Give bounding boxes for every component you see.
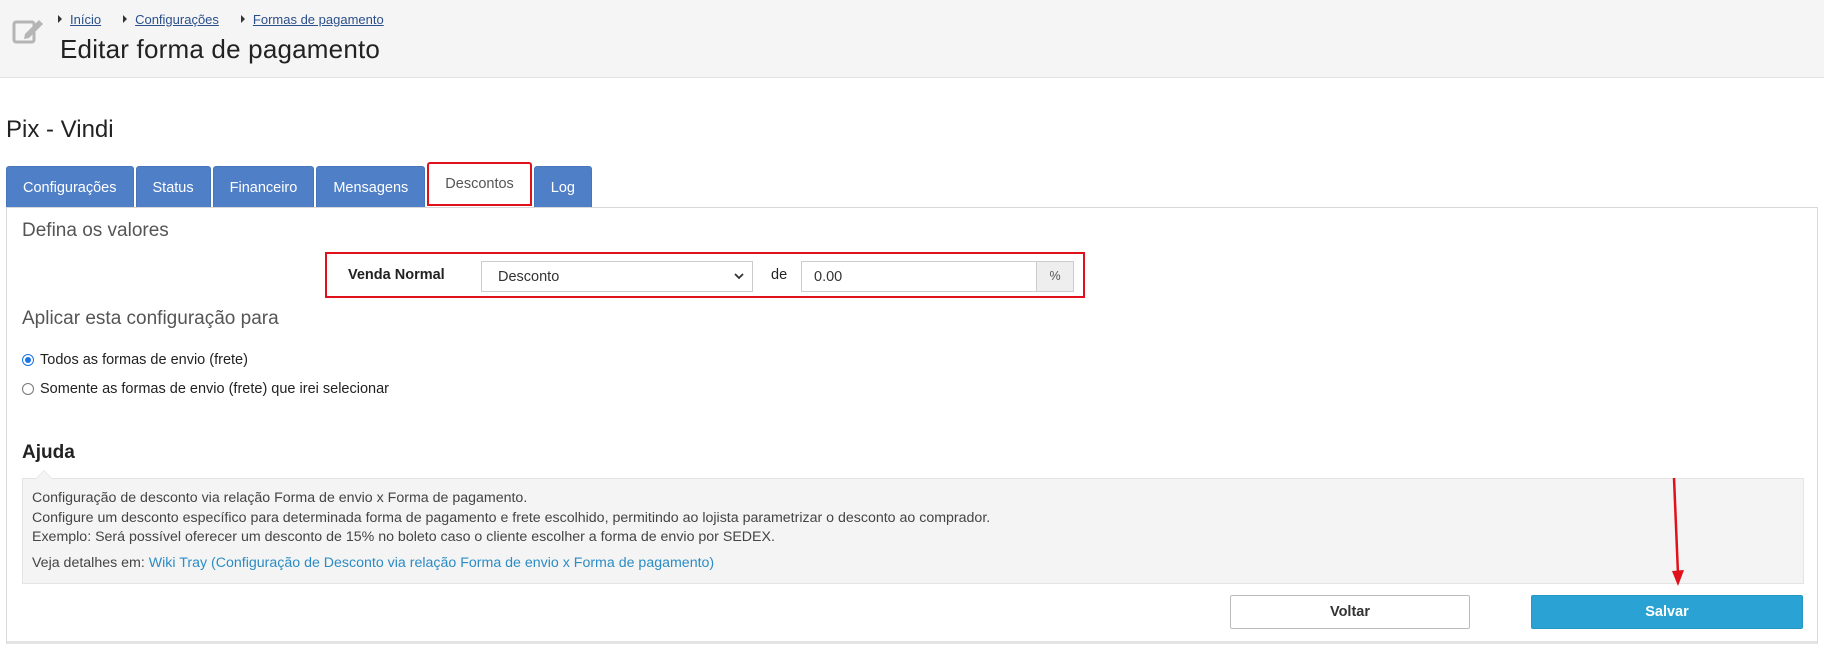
help-line: Configuração de desconto via relação For… <box>32 490 528 506</box>
chevron-down-icon <box>734 273 744 280</box>
edit-icon <box>12 20 43 44</box>
help-title: Ajuda <box>22 442 75 463</box>
tab-panel-descontos: Defina os valores Venda Normal Desconto … <box>6 207 1818 644</box>
breadcrumb-link-configuracoes[interactable]: Configurações <box>135 12 219 27</box>
caret-right-icon <box>58 15 62 23</box>
caret-right-icon <box>123 15 128 23</box>
save-button[interactable]: Salvar <box>1531 595 1803 629</box>
wiki-tray-link[interactable]: Wiki Tray (Configuração de Desconto via … <box>149 555 714 571</box>
values-heading: Defina os valores <box>22 220 169 241</box>
radio-all-shipping[interactable] <box>22 354 34 366</box>
breadcrumb-link-formas-de-pagamento[interactable]: Formas de pagamento <box>253 12 384 27</box>
tab-mensagens[interactable]: Mensagens <box>316 166 426 208</box>
breadcrumb-item-inicio: Início <box>58 12 101 27</box>
breadcrumb: Início Configurações Formas de pagamento <box>58 10 406 28</box>
help-line: Configure um desconto específico para de… <box>32 509 991 526</box>
tab-log[interactable]: Log <box>533 166 592 208</box>
radio-selected-shipping-label: Somente as formas de envio (frete) que i… <box>40 381 389 397</box>
connector-label: de <box>771 267 788 283</box>
tab-descontos[interactable]: Descontos <box>427 162 532 206</box>
percent-addon: % <box>1037 261 1074 292</box>
page-header: Início Configurações Formas de pagamento… <box>0 0 1824 78</box>
discount-row: Venda Normal Desconto de % <box>325 252 1085 298</box>
tab-financeiro[interactable]: Financeiro <box>212 166 315 208</box>
help-details-prefix: Veja detalhes em: <box>32 554 145 571</box>
radio-all-shipping-label: Todos as formas de envio (frete) <box>40 352 248 368</box>
tab-configuracoes[interactable]: Configurações <box>6 166 134 208</box>
apply-heading: Aplicar esta configuração para <box>22 308 279 329</box>
page-title: Editar forma de pagamento <box>60 34 381 64</box>
back-button[interactable]: Voltar <box>1230 595 1470 629</box>
help-box: Configuração de desconto via relação For… <box>22 470 1804 584</box>
help-details: Veja detalhes em: Wiki Tray (Configuraçã… <box>32 554 1794 574</box>
tab-status[interactable]: Status <box>135 166 211 208</box>
discount-type-select[interactable]: Desconto <box>481 261 753 292</box>
discount-type-value: Desconto <box>498 269 560 285</box>
breadcrumb-link-inicio[interactable]: Início <box>70 12 101 27</box>
red-arrow-icon <box>1672 477 1684 586</box>
caret-right-icon <box>240 15 245 23</box>
breadcrumb-item-configuracoes: Configurações <box>123 12 219 27</box>
radio-selected-shipping[interactable] <box>22 383 34 395</box>
record-title: Pix - Vindi <box>6 116 114 143</box>
venda-normal-label: Venda Normal <box>348 267 445 283</box>
tab-bar: Configurações Status Financeiro Mensagen… <box>6 162 594 208</box>
radio-option-all-shipping[interactable]: Todos as formas de envio (frete) <box>22 352 248 368</box>
breadcrumb-item-formas-de-pagamento: Formas de pagamento <box>240 12 384 27</box>
help-line: Exemplo: Será possível oferecer um desco… <box>32 529 775 545</box>
discount-amount-input[interactable] <box>801 261 1037 292</box>
radio-option-selected-shipping[interactable]: Somente as formas de envio (frete) que i… <box>22 381 389 397</box>
